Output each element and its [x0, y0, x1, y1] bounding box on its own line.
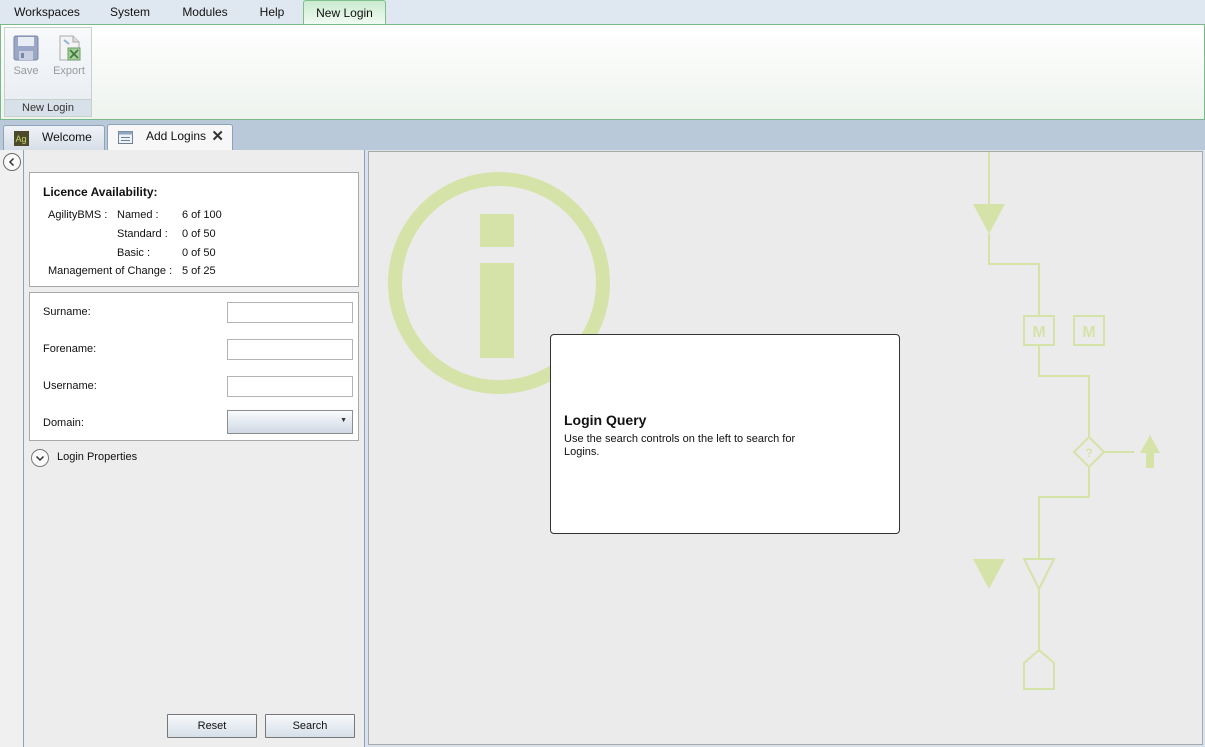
tab-add-logins[interactable]: Add Logins ✕: [107, 124, 233, 150]
username-label: Username:: [43, 380, 97, 392]
query-title: Login Query: [564, 412, 647, 428]
menu-help[interactable]: Help: [248, 0, 296, 25]
licence-basic-value: 0 of 50: [182, 247, 216, 259]
search-panel: Licence Availability: AgilityBMS : Named…: [24, 150, 365, 747]
collapse-strip: [0, 150, 24, 747]
dropdown-arrow-icon: ▼: [340, 417, 347, 424]
forename-label: Forename:: [43, 343, 97, 355]
m-block-label-1: M: [1032, 324, 1045, 341]
results-area: M M ? Login Query Use the search control…: [368, 151, 1203, 745]
licence-moc-value: 5 of 25: [182, 265, 216, 277]
tab-welcome-label: Welcome: [42, 130, 92, 144]
licence-title: Licence Availability:: [43, 185, 158, 199]
chevron-left-icon: [8, 157, 15, 167]
excel-export-icon: [59, 35, 81, 61]
username-input[interactable]: [227, 376, 353, 397]
domain-dropdown[interactable]: ▼: [227, 410, 353, 434]
agility-logo-icon: Ag: [14, 131, 29, 146]
menu-workspaces[interactable]: Workspaces: [4, 0, 90, 25]
licence-moc-label: Management of Change :: [48, 265, 173, 277]
menu-bar: Workspaces System Modules Help New Login: [0, 0, 1205, 26]
surname-input[interactable]: [227, 302, 353, 323]
document-tabs: Ag Welcome Add Logins ✕: [0, 120, 1205, 150]
form-icon: [118, 131, 133, 144]
chevron-down-icon[interactable]: [31, 449, 49, 467]
licence-standard-label: Standard :: [117, 228, 168, 240]
menu-modules[interactable]: Modules: [170, 0, 240, 25]
export-label: Export: [53, 65, 85, 77]
ribbon-group-label: New Login: [5, 99, 91, 116]
licence-basic-label: Basic :: [117, 247, 151, 259]
login-properties-label: Login Properties: [57, 451, 138, 463]
decision-label: ?: [1085, 446, 1092, 460]
menu-new-login[interactable]: New Login: [303, 0, 386, 26]
ribbon: Save Export New Login: [0, 24, 1205, 120]
menu-system[interactable]: System: [98, 0, 162, 25]
tab-add-logins-label: Add Logins: [146, 129, 207, 143]
licence-product: AgilityBMS :: [48, 209, 108, 221]
domain-label: Domain:: [43, 417, 84, 429]
floppy-disk-icon: [13, 35, 39, 61]
login-properties-expander[interactable]: Login Properties: [31, 449, 231, 469]
save-button[interactable]: Save: [6, 32, 46, 78]
m-block-label-2: M: [1082, 324, 1095, 341]
login-query-card: Login Query Use the search controls on t…: [550, 334, 900, 534]
flow-diagram-watermark: [988, 152, 1134, 690]
search-fields-box: Surname: Forename: Username: Domain: ▼: [29, 292, 359, 441]
licence-named-value: 6 of 100: [182, 209, 222, 221]
forename-input[interactable]: [227, 339, 353, 360]
search-button[interactable]: Search: [265, 714, 355, 738]
surname-label: Surname:: [43, 306, 91, 318]
tab-welcome[interactable]: Ag Welcome: [3, 125, 105, 150]
export-button[interactable]: Export: [49, 32, 89, 78]
licence-availability-box: Licence Availability: AgilityBMS : Named…: [29, 172, 359, 287]
svg-text:Ag: Ag: [16, 134, 27, 144]
save-label: Save: [13, 65, 39, 77]
collapse-panel-button[interactable]: [3, 153, 21, 171]
close-tab-icon[interactable]: ✕: [211, 125, 224, 148]
reset-button[interactable]: Reset: [167, 714, 257, 738]
query-description: Use the search controls on the left to s…: [564, 433, 796, 458]
ribbon-group-new-login: Save Export New Login: [4, 27, 92, 117]
licence-standard-value: 0 of 50: [182, 228, 216, 240]
licence-named-label: Named :: [117, 209, 159, 221]
